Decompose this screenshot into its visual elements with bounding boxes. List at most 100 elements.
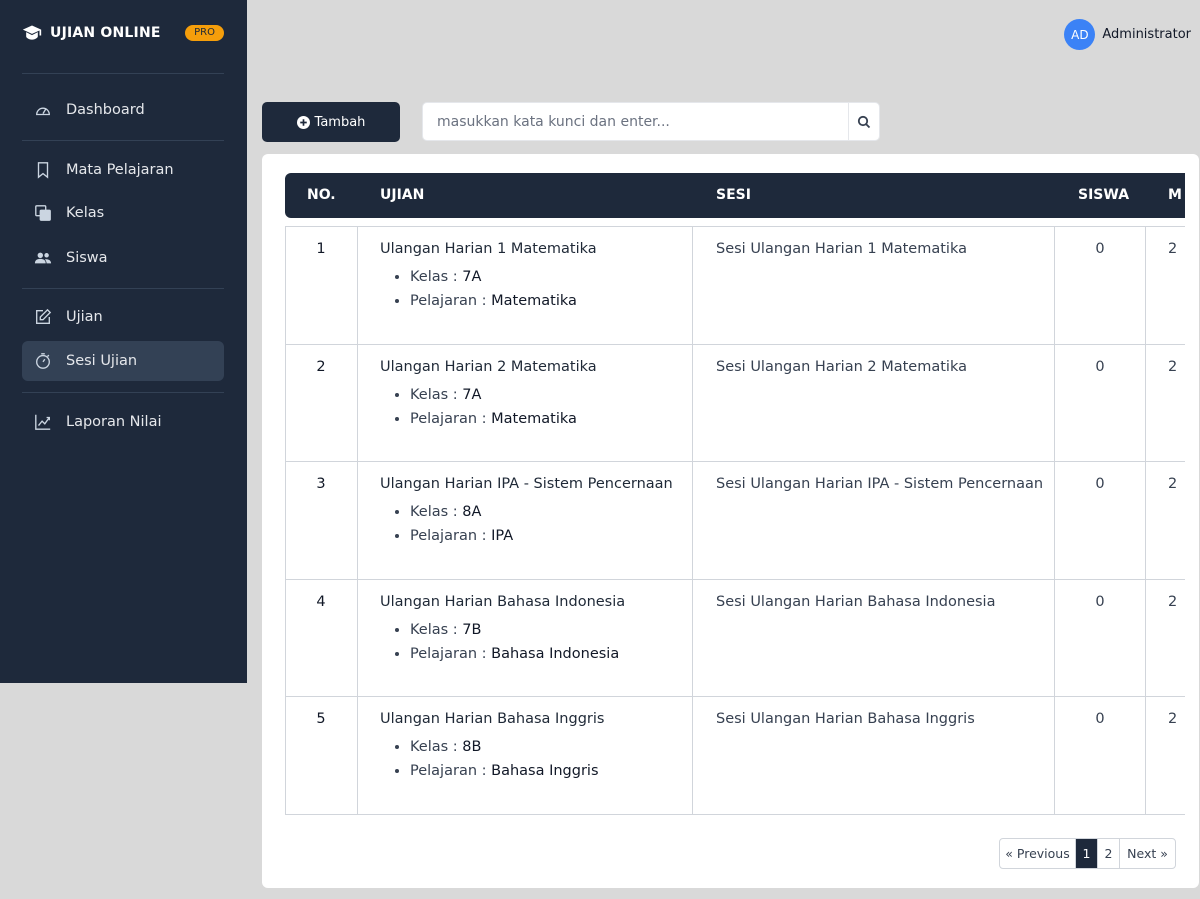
kelas-value: 7A [462,386,482,403]
sidebar-item-laporan-nilai[interactable]: Laporan Nilai [22,402,224,442]
header-sesi: SESI [716,187,751,203]
pagination-page-1[interactable]: 1 [1076,839,1098,868]
dashboard-gauge-icon [34,101,52,119]
ujian-title: Ulangan Harian Bahasa Indonesia [380,593,626,610]
table-row: 1 Ulangan Harian 1 Matematika Kelas : 7A… [285,227,1185,345]
row-mulai: 2 [1168,241,1178,257]
table-row: 5 Ulangan Harian Bahasa Inggris Kelas : … [285,697,1185,815]
row-number: 1 [316,241,326,257]
sidebar-item-label: Laporan Nilai [66,414,162,430]
table-row: 3 Ulangan Harian IPA - Sistem Pencernaan… [285,462,1185,580]
row-siswa: 0 [1095,593,1105,610]
row-mulai: 2 [1168,593,1178,610]
pelajaran-value: Matematika [491,293,577,309]
bookmark-icon [34,161,52,179]
add-button[interactable]: Tambah [262,102,400,142]
chart-line-icon [34,413,52,431]
ujian-title: Ulangan Harian 2 Matematika [380,358,597,375]
row-number: 2 [316,358,326,375]
sidebar-item-label: Mata Pelajaran [66,162,174,178]
kelas-item: Kelas : 7B [410,618,625,642]
sidebar-divider [22,73,224,74]
row-siswa: 0 [1095,358,1105,375]
row-ujian: Ulangan Harian IPA - Sistem Pencernaan K… [380,476,673,548]
row-mulai: 2 [1168,476,1178,493]
pagination-next[interactable]: Next » [1120,839,1175,868]
search-button[interactable] [848,103,879,140]
kelas-item: Kelas : 8A [410,500,673,524]
row-number: 5 [316,711,326,728]
pagination: « Previous 1 2 Next » [999,838,1176,869]
row-ujian: Ulangan Harian 2 Matematika Kelas : 7A P… [380,359,597,431]
brand-name: UJIAN ONLINE [50,25,161,41]
row-sesi: Sesi Ulangan Harian 1 Matematika [716,241,967,257]
sidebar-item-ujian[interactable]: Ujian [22,297,224,337]
search-input[interactable] [423,103,848,140]
kelas-item: Kelas : 7A [410,383,597,407]
kelas-item: Kelas : 7A [410,265,597,289]
pelajaran-item: Pelajaran : IPA [410,524,673,548]
kelas-value: 8B [462,739,482,756]
sidebar-item-label: Siswa [66,250,108,266]
sidebar-item-mata-pelajaran[interactable]: Mata Pelajaran [22,150,224,190]
sidebar-item-label: Dashboard [66,102,145,118]
ujian-title: Ulangan Harian 1 Matematika [380,241,597,257]
pelajaran-item: Pelajaran : Bahasa Inggris [410,759,604,783]
row-mulai: 2 [1168,358,1178,375]
row-ujian: Ulangan Harian Bahasa Inggris Kelas : 8B… [380,711,604,783]
kelas-value: 8A [462,504,482,521]
sidebar-divider [22,288,224,289]
sidebar: UJIAN ONLINE PRO Dashboard Mata Pelajara… [0,0,247,683]
header-no: NO. [307,187,336,203]
row-sesi: Sesi Ulangan Harian Bahasa Indonesia [716,593,996,610]
row-ujian: Ulangan Harian 1 Matematika Kelas : 7A P… [380,241,597,313]
pelajaran-value: IPA [491,528,514,545]
kelas-value: 7A [462,269,482,285]
sidebar-item-kelas[interactable]: Kelas [22,193,224,233]
pro-badge: PRO [185,25,224,41]
pelajaran-item: Pelajaran : Matematika [410,289,597,313]
ujian-title: Ulangan Harian Bahasa Inggris [380,711,605,728]
brand[interactable]: UJIAN ONLINE PRO [22,24,224,42]
header-ujian: UJIAN [380,187,425,203]
sidebar-item-dashboard[interactable]: Dashboard [22,90,224,130]
copy-icon [34,204,52,222]
table-header: NO. UJIAN SESI SISWA M [285,173,1185,218]
row-sesi: Sesi Ulangan Harian IPA - Sistem Pencern… [716,476,1044,493]
kelas-item: Kelas : 8B [410,735,604,759]
row-sesi: Sesi Ulangan Harian Bahasa Inggris [716,711,975,728]
table-row: 2 Ulangan Harian 2 Matematika Kelas : 7A… [285,344,1185,463]
sidebar-divider [22,392,224,393]
sidebar-item-sesi-ujian[interactable]: Sesi Ujian [22,341,224,381]
row-mulai: 2 [1168,711,1178,728]
plus-circle-icon [296,115,310,129]
users-icon [34,249,52,267]
edit-icon [34,308,52,326]
avatar: AD [1064,19,1096,50]
row-number: 4 [316,593,326,610]
row-siswa: 0 [1095,241,1105,257]
row-sesi: Sesi Ulangan Harian 2 Matematika [716,358,967,375]
sidebar-item-label: Sesi Ujian [66,353,138,369]
row-ujian: Ulangan Harian Bahasa Indonesia Kelas : … [380,594,625,666]
pagination-page-2[interactable]: 2 [1098,839,1120,868]
sidebar-item-siswa[interactable]: Siswa [22,238,224,278]
search-box [422,102,880,141]
row-siswa: 0 [1095,711,1105,728]
table-body: 1 Ulangan Harian 1 Matematika Kelas : 7A… [285,226,1185,815]
row-siswa: 0 [1095,476,1105,493]
pagination-previous[interactable]: « Previous [1000,839,1076,868]
row-number: 3 [316,476,326,493]
header-mulai: M [1168,187,1182,203]
pelajaran-value: Matematika [491,410,577,427]
sidebar-divider [22,140,224,141]
pelajaran-item: Pelajaran : Bahasa Indonesia [410,642,625,666]
graduation-cap-icon [22,25,42,40]
pelajaran-value: Bahasa Indonesia [491,645,620,662]
header-siswa: SISWA [1078,187,1130,203]
pelajaran-item: Pelajaran : Matematika [410,407,597,431]
user-menu[interactable]: AD Administrator [1064,19,1191,50]
search-icon [857,115,871,128]
stopwatch-icon [34,352,52,370]
pelajaran-value: Bahasa Inggris [491,763,599,780]
